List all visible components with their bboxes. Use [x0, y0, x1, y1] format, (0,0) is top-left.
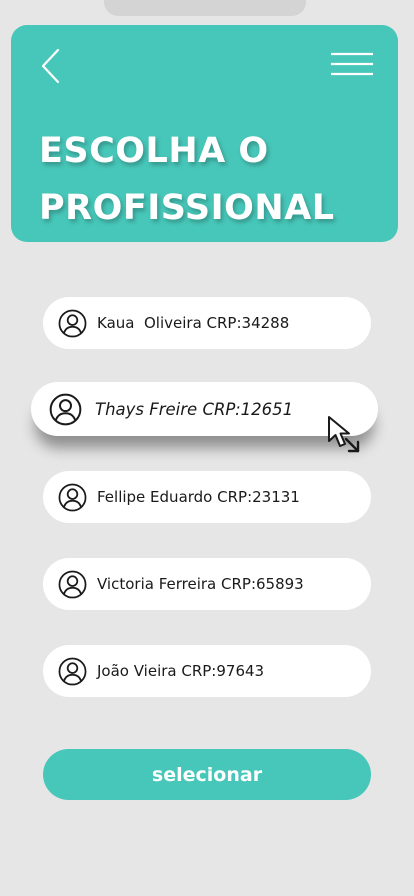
professional-name: Victoria Ferreira CRP:65893	[97, 575, 304, 593]
professional-item-thays-freire[interactable]: Thays Freire CRP:12651	[31, 382, 378, 436]
professional-item-victoria-ferreira[interactable]: Victoria Ferreira CRP:65893	[43, 558, 371, 610]
professional-item-fellipe-eduardo[interactable]: Fellipe Eduardo CRP:23131	[43, 471, 371, 523]
professional-name: Kaua Oliveira CRP:34288	[97, 314, 290, 332]
user-avatar-icon	[58, 657, 87, 685]
user-avatar-icon	[58, 309, 87, 337]
professional-name: João Vieira CRP:97643	[97, 662, 265, 680]
user-avatar-icon	[49, 393, 82, 425]
menu-button[interactable]	[330, 50, 374, 80]
chevron-left-icon	[41, 48, 60, 84]
device-notch	[104, 0, 306, 16]
professional-name: Fellipe Eduardo CRP:23131	[97, 488, 300, 506]
user-avatar-icon	[58, 483, 87, 511]
header-panel: ESCOLHA O PROFISSIONAL	[11, 25, 398, 242]
professional-item-kaua-oliveira[interactable]: Kaua Oliveira CRP:34288	[43, 297, 371, 349]
hamburger-menu-icon	[331, 52, 373, 76]
page-title-line-1: ESCOLHA O	[39, 131, 269, 171]
back-button[interactable]	[37, 45, 67, 87]
professional-item-joao-vieira[interactable]: João Vieira CRP:97643	[43, 645, 371, 697]
professional-name: Thays Freire CRP:12651	[95, 399, 294, 419]
page-title: ESCOLHA O PROFISSIONAL	[39, 123, 335, 237]
page-title-line-2: PROFISSIONAL	[39, 188, 335, 228]
user-avatar-icon	[58, 570, 87, 598]
select-button[interactable]: selecionar	[43, 749, 371, 800]
